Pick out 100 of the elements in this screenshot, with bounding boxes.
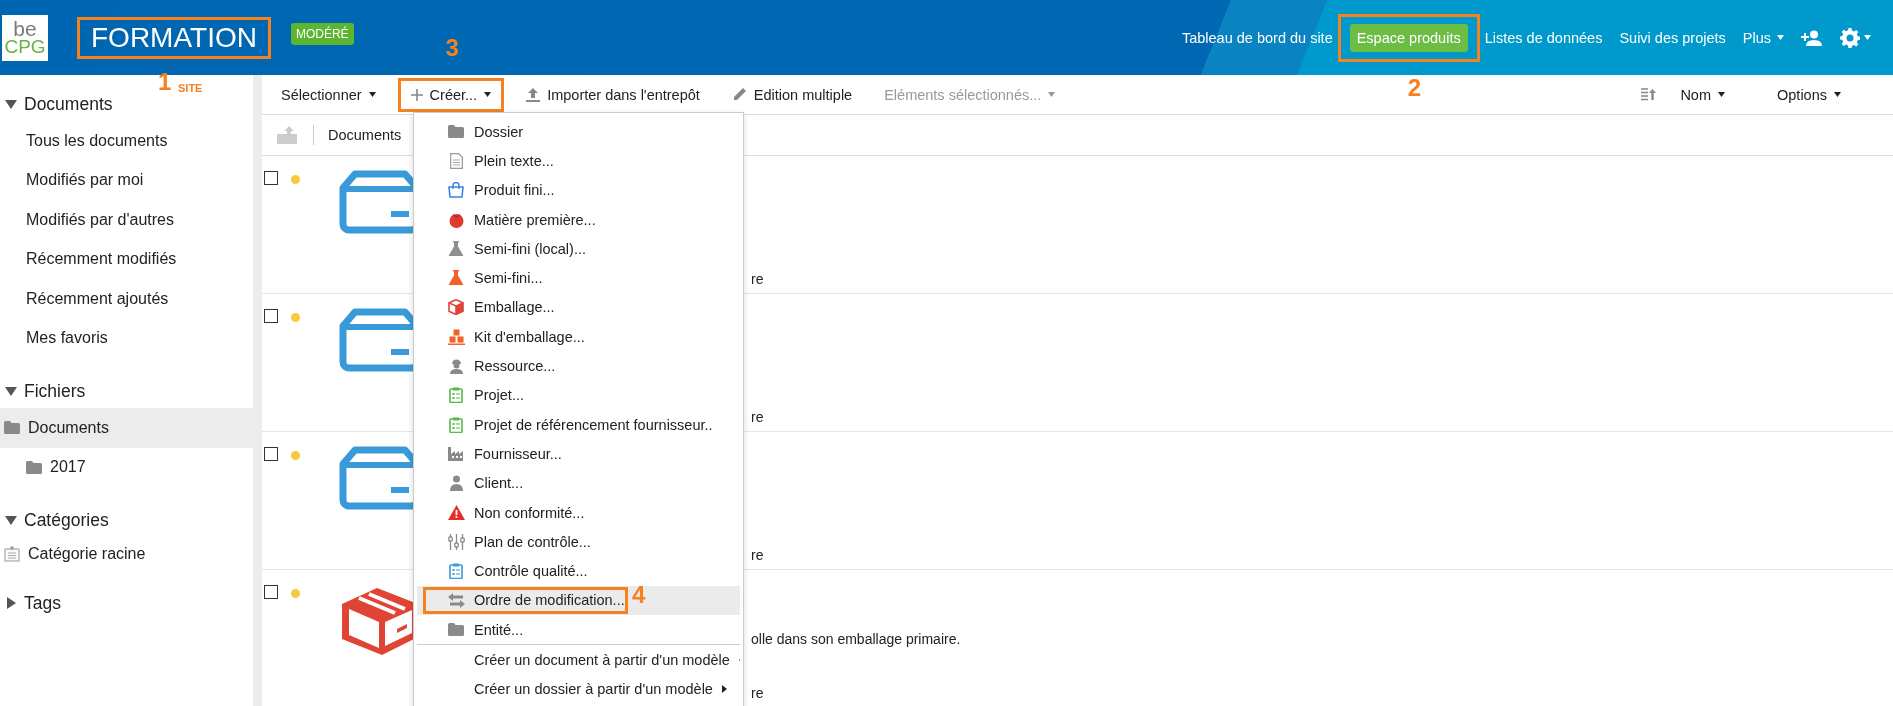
upload-icon [526,87,541,102]
menu-item[interactable]: Créer un dossier à partir d'un modèle [417,674,740,704]
sidebar-item[interactable]: Documents [0,408,253,448]
site-badge: MODÉRÉ [290,22,354,45]
row-checkbox[interactable] [264,309,278,323]
row-description: olle dans son emballage primaire. [751,631,961,647]
warning-icon [447,505,465,520]
sidebar-item-label: Catégorie racine [28,544,146,563]
callout-number: 1 [158,67,172,96]
menu-item[interactable]: Non conformité... [417,497,589,528]
toolbar-button[interactable]: Options [1777,80,1841,109]
sidebar-item-label: Récemment modifiés [26,250,177,269]
section-title[interactable]: Fichiers [24,380,86,402]
sidebar-item[interactable]: Mes favoris [0,318,253,358]
row-checkbox[interactable] [264,171,278,185]
submenu-arrow-icon [721,685,727,694]
callout-label: SITE [178,81,203,94]
sidebar-item[interactable]: Catégorie racine [0,537,253,570]
swap-arrows-icon [447,592,465,608]
toolbar-button[interactable]: Edition multiple [731,80,853,109]
toolbar-button[interactable]: Sélectionner [281,80,376,109]
menu-item[interactable]: Semi-fini (local)... [417,234,590,264]
sort-icon[interactable] [1641,88,1657,101]
sidebar-item[interactable]: Récemment ajoutés [0,279,253,319]
sidebar-item-label: Documents [28,418,109,437]
folder-icon [4,421,20,435]
folder-icon [26,460,42,474]
document-icon [449,152,463,169]
settings-icon[interactable] [1840,27,1860,48]
flask-icon [448,240,464,257]
toolbar-button[interactable]: Nom [1680,80,1725,109]
menu-item[interactable]: Plein texte... [417,146,558,176]
toolbar-button[interactable]: Créer... [397,77,505,112]
logo[interactable]: be CPG [2,14,48,61]
box-icon [448,299,464,316]
menu-item[interactable]: Contrôle qualité... [417,556,592,586]
sliders-icon [447,533,465,550]
flask-icon [448,270,464,287]
callout-number: 2 [1407,73,1422,102]
menu-item[interactable]: Ressource... [417,351,560,381]
sidebar-item-label: Mes favoris [26,329,108,348]
row-description: re [751,685,765,701]
sidebar-item-label: Tous les documents [26,131,168,150]
section-title[interactable]: Tags [24,592,61,614]
sidebar-item-label: Modifiés par d'autres [26,210,174,229]
row-checkbox[interactable] [264,447,278,461]
pencil-icon [731,87,747,102]
tomato-icon [447,211,465,228]
expand-arrow-icon[interactable] [5,597,17,609]
sidebar-item-label: 2017 [50,458,86,477]
clipboard-icon [449,416,463,433]
site-title[interactable]: FORMATION [81,19,267,56]
callout-number: 3 [445,33,459,62]
menu-item[interactable]: Matière première... [417,204,600,235]
category-icon [4,545,20,562]
sidebar-item-label: Récemment ajoutés [26,289,169,308]
folder-icon [448,623,464,637]
sidebar-item[interactable]: Tous les documents [0,121,253,161]
sidebar-item[interactable]: 2017 [0,447,253,487]
menu-item[interactable]: Ordre de modification... [417,585,629,616]
clipboard-icon [449,563,463,580]
callout-number: 4 [632,580,646,609]
expand-arrow-icon[interactable] [5,98,17,110]
section-title[interactable]: Catégories [24,509,109,531]
plus-icon [410,88,423,101]
row-description: re [751,271,764,287]
breadcrumb-link[interactable]: Documents [328,127,402,143]
section-title[interactable]: Documents [24,93,113,115]
row-description: re [751,409,764,425]
menu-item[interactable]: Fournisseur... [417,439,566,469]
row-description: re [751,547,764,563]
sidebar-item[interactable]: Récemment modifiés [0,239,253,279]
menu-item[interactable]: Entité... [417,615,528,645]
menu-item[interactable]: Semi-fini... [417,263,547,293]
caret-icon [1864,35,1871,40]
shopping-bag-icon [448,182,464,199]
menu-item[interactable]: Emballage... [417,292,559,323]
expand-arrow-icon[interactable] [5,514,17,526]
menu-item[interactable]: Projet de référencement fournisseur.. [417,409,717,440]
stacked-boxes-icon [447,328,465,345]
nav-link[interactable]: Tableau de bord du site [1181,24,1333,51]
sidebar-item[interactable]: Modifiés par d'autres [0,200,253,240]
folder-icon [448,125,464,139]
row-checkbox[interactable] [264,585,278,599]
worker-icon [448,358,464,374]
person-icon [448,475,464,492]
menu-item[interactable]: Créer un document à partir d'un modèle [417,645,740,675]
add-user-icon[interactable] [1801,29,1823,46]
menu-item[interactable]: Kit d'emballage... [417,322,589,352]
toolbar-button[interactable]: Importer dans l'entrepôt [526,80,700,109]
expand-arrow-icon[interactable] [5,385,17,397]
sidebar-item-label: Modifiés par moi [26,171,144,190]
sidebar-item[interactable]: Modifiés par moi [0,160,253,200]
clipboard-icon [449,387,463,404]
factory-icon [447,446,465,462]
menu-item[interactable]: Projet... [417,380,528,410]
menu-item[interactable]: Plan de contrôle... [417,527,595,557]
menu-item[interactable]: Produit fini... [417,175,559,205]
menu-item[interactable]: Dossier [417,117,528,147]
menu-item[interactable]: Client... [417,468,528,498]
